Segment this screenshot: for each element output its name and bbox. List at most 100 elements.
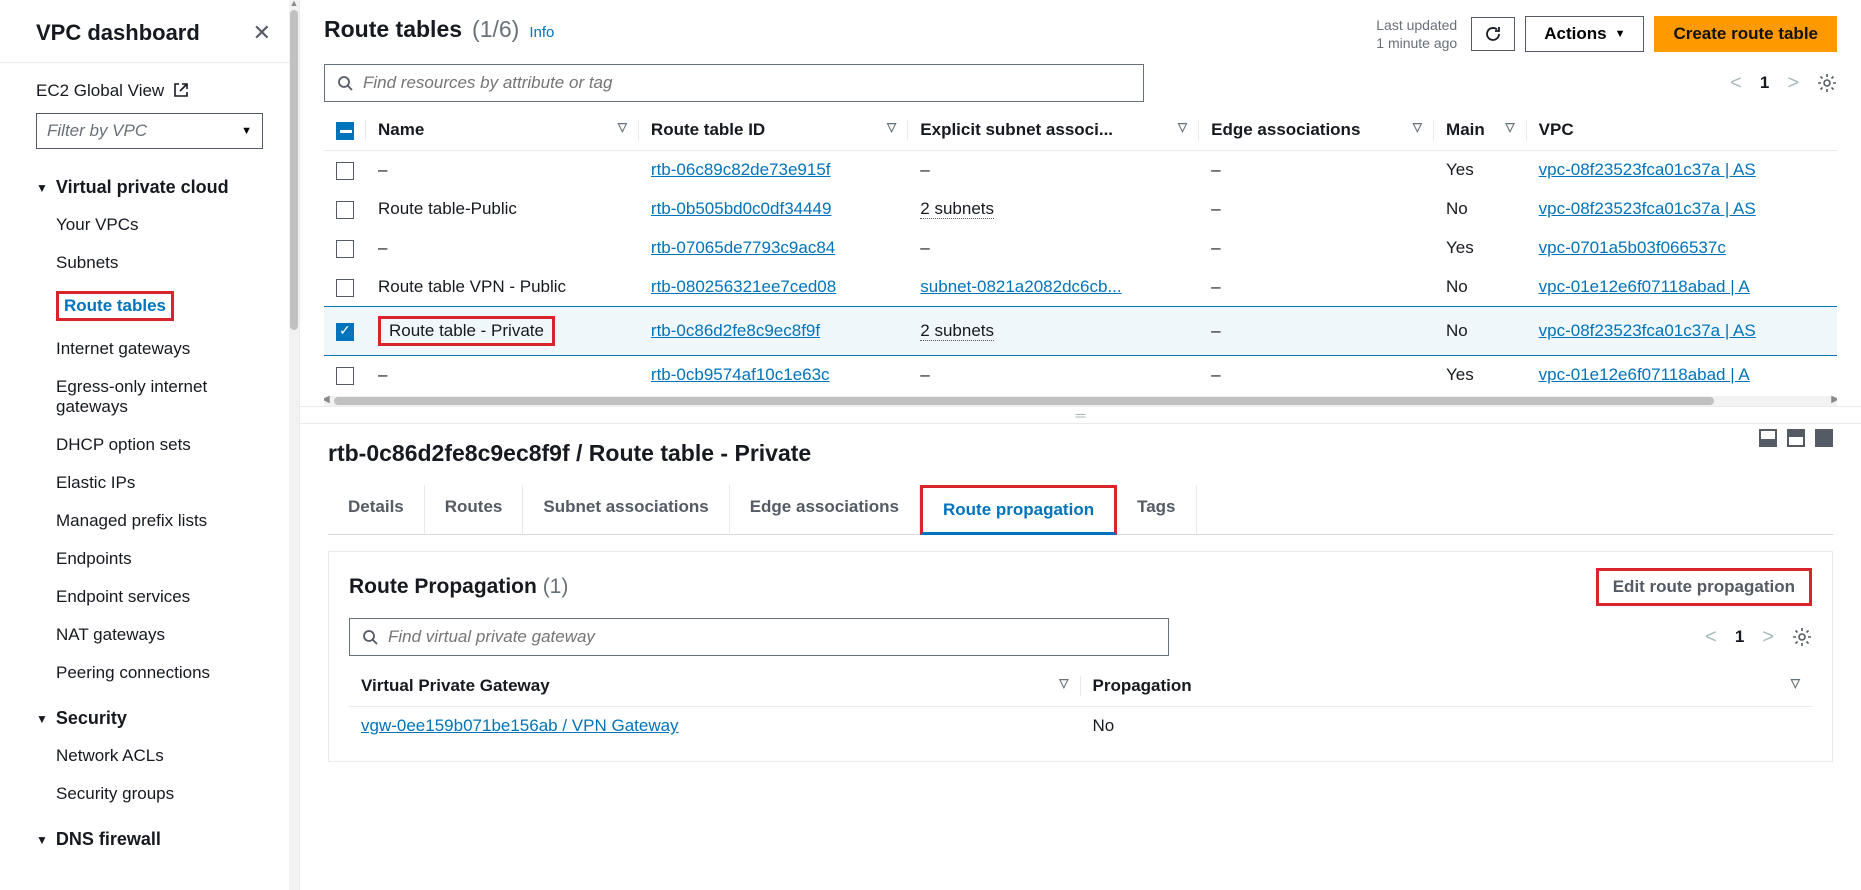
vgw-link[interactable]: vgw-0ee159b071be156ab / VPN Gateway [361, 716, 679, 735]
edit-route-propagation-button[interactable]: Edit route propagation [1596, 568, 1812, 606]
last-updated: Last updated 1 minute ago [1376, 16, 1457, 52]
settings-icon[interactable] [1817, 73, 1837, 93]
cell-main: No [1434, 190, 1527, 229]
horizontal-scrollbar[interactable]: ◀ ▶ [324, 396, 1837, 406]
table-row[interactable]: Route table-Public rtb-0b505bd0c0df34449… [324, 190, 1837, 229]
rtb-link[interactable]: rtb-06c89c82de73e915f [651, 160, 831, 179]
table-row[interactable]: – rtb-0cb9574af10c1e63c – – Yes vpc-01e1… [324, 356, 1837, 395]
row-checkbox[interactable] [336, 162, 354, 180]
vpc-link[interactable]: vpc-0701a5b03f066537c [1539, 238, 1726, 257]
tab-tags[interactable]: Tags [1117, 485, 1196, 534]
nav-endpoints[interactable]: Endpoints [20, 540, 279, 578]
panel-prev-page[interactable]: < [1705, 626, 1717, 649]
layout-bottom-icon[interactable] [1759, 429, 1777, 447]
subnet-link[interactable]: subnet-0821a2082dc6cb... [920, 277, 1121, 296]
panel-page-number: 1 [1735, 627, 1744, 647]
row-checkbox[interactable] [336, 367, 354, 385]
vpc-link[interactable]: vpc-01e12e6f07118abad | A [1539, 365, 1750, 384]
nav-peering[interactable]: Peering connections [20, 654, 279, 692]
nav-nat-gateways[interactable]: NAT gateways [20, 616, 279, 654]
tab-details[interactable]: Details [328, 485, 425, 534]
row-checkbox[interactable] [336, 201, 354, 219]
ec2-global-view-link[interactable]: EC2 Global View [0, 81, 299, 113]
table-row: vgw-0ee159b071be156ab / VPN Gateway No [349, 707, 1812, 746]
nav-network-acls[interactable]: Network ACLs [20, 737, 279, 775]
col-name[interactable]: Name▽ [366, 110, 639, 151]
scroll-up-icon: ▲ [289, 0, 299, 8]
panel-search-input[interactable] [388, 627, 1156, 647]
filter-vpc-dropdown[interactable]: Filter by VPC ▼ [36, 113, 263, 149]
nav-your-vpcs[interactable]: Your VPCs [20, 206, 279, 244]
tab-route-propagation[interactable]: Route propagation [920, 485, 1117, 535]
vpc-link[interactable]: vpc-08f23523fca01c37a | AS [1539, 199, 1756, 218]
layout-top-icon[interactable] [1787, 429, 1805, 447]
hscroll-thumb[interactable] [334, 397, 1714, 405]
scroll-left-icon: ◀ [324, 394, 330, 405]
rtb-link[interactable]: rtb-080256321ee7ced08 [651, 277, 836, 296]
panel-title: Route Propagation (1) [349, 575, 568, 599]
rtb-link[interactable]: rtb-0cb9574af10c1e63c [651, 365, 830, 384]
nav-egress-only[interactable]: Egress-only internet gateways [20, 368, 279, 426]
nav-security-groups[interactable]: Security groups [20, 775, 279, 813]
nav-endpoint-services[interactable]: Endpoint services [20, 578, 279, 616]
search-input[interactable] [363, 73, 1131, 93]
nav-elastic-ips[interactable]: Elastic IPs [20, 464, 279, 502]
nav-route-tables[interactable]: Route tables [20, 282, 279, 330]
table-row[interactable]: – rtb-06c89c82de73e915f – – Yes vpc-08f2… [324, 151, 1837, 190]
col-subnet[interactable]: Explicit subnet associ...▽ [908, 110, 1199, 151]
sidebar-title: VPC dashboard [36, 20, 200, 46]
search-box[interactable] [324, 64, 1144, 102]
cell-subnet: 2 subnets [908, 307, 1199, 356]
row-checkbox[interactable] [336, 240, 354, 258]
nav-section-security[interactable]: ▼Security [20, 700, 279, 737]
row-checkbox[interactable] [336, 323, 354, 341]
rtb-link[interactable]: rtb-0c86d2fe8c9ec8f9f [651, 321, 820, 340]
panel-search-box[interactable] [349, 618, 1169, 656]
prev-page-button[interactable]: < [1730, 72, 1742, 95]
pane-splitter[interactable]: ═ [300, 406, 1861, 424]
table-row[interactable]: – rtb-07065de7793c9ac84 – – Yes vpc-0701… [324, 229, 1837, 268]
caret-down-icon: ▼ [1615, 28, 1626, 40]
sidebar-scrollbar[interactable]: ▲ [289, 0, 299, 890]
nav-section-vpc[interactable]: ▼Virtual private cloud [20, 169, 279, 206]
col-main[interactable]: Main▽ [1434, 110, 1527, 151]
rtb-link[interactable]: rtb-07065de7793c9ac84 [651, 238, 835, 257]
tab-edge-assoc[interactable]: Edge associations [730, 485, 920, 534]
page-number: 1 [1760, 73, 1769, 93]
nav-prefix-lists[interactable]: Managed prefix lists [20, 502, 279, 540]
table-row[interactable]: Route table VPN - Public rtb-080256321ee… [324, 268, 1837, 307]
info-link[interactable]: Info [529, 24, 554, 41]
refresh-button[interactable] [1471, 17, 1515, 51]
nav-dhcp[interactable]: DHCP option sets [20, 426, 279, 464]
select-all-checkbox[interactable] [336, 122, 354, 140]
col-propagation[interactable]: Propagation▽ [1081, 666, 1813, 707]
col-rtb-id[interactable]: Route table ID▽ [639, 110, 908, 151]
col-vpc[interactable]: VPC [1527, 110, 1837, 151]
tab-subnet-assoc[interactable]: Subnet associations [523, 485, 729, 534]
vpc-link[interactable]: vpc-01e12e6f07118abad | A [1539, 277, 1750, 296]
tab-routes[interactable]: Routes [425, 485, 524, 534]
cell-main: No [1434, 307, 1527, 356]
cell-subnet: 2 subnets [908, 190, 1199, 229]
rtb-link[interactable]: rtb-0b505bd0c0df34449 [651, 199, 832, 218]
scroll-right-icon: ▶ [1831, 394, 1837, 405]
panel-settings-icon[interactable] [1792, 627, 1812, 647]
close-icon[interactable]: ✕ [253, 20, 271, 46]
nav-internet-gateways[interactable]: Internet gateways [20, 330, 279, 368]
nav-section-dns[interactable]: ▼DNS firewall [20, 821, 279, 858]
layout-full-icon[interactable] [1815, 429, 1833, 447]
create-route-table-button[interactable]: Create route table [1654, 16, 1837, 52]
row-checkbox[interactable] [336, 279, 354, 297]
col-vgw[interactable]: Virtual Private Gateway▽ [349, 666, 1081, 707]
vpc-link[interactable]: vpc-08f23523fca01c37a | AS [1539, 160, 1756, 179]
col-edge[interactable]: Edge associations▽ [1199, 110, 1434, 151]
nav-subnets[interactable]: Subnets [20, 244, 279, 282]
cell-edge: – [1199, 190, 1434, 229]
panel-next-page[interactable]: > [1762, 626, 1774, 649]
main-content: Route tables (1/6) Info Last updated 1 m… [300, 0, 1861, 890]
table-row[interactable]: Route table - Private rtb-0c86d2fe8c9ec8… [324, 307, 1837, 356]
actions-button[interactable]: Actions ▼ [1525, 16, 1644, 52]
scrollbar-thumb[interactable] [290, 10, 298, 330]
next-page-button[interactable]: > [1787, 72, 1799, 95]
vpc-link[interactable]: vpc-08f23523fca01c37a | AS [1539, 321, 1756, 340]
